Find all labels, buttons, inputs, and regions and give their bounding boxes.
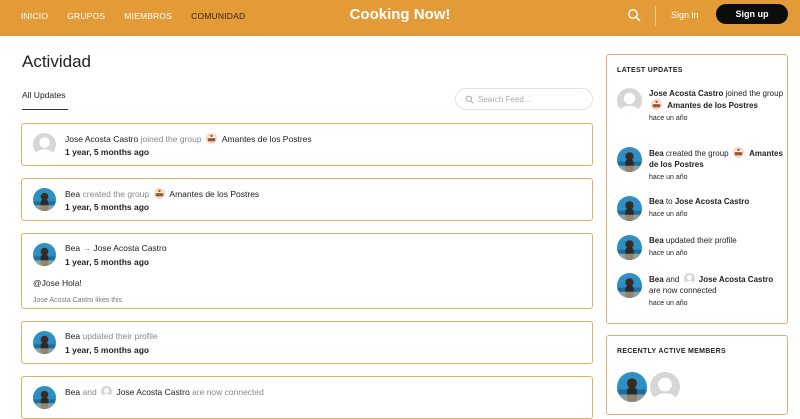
activity-verb: are now connected bbox=[192, 387, 264, 397]
activity-time[interactable]: 1 year, 5 months ago bbox=[65, 257, 149, 267]
target-link[interactable]: Jose Acosta Castro bbox=[699, 275, 773, 284]
widget-title: LATEST UPDATES bbox=[617, 67, 683, 74]
activity-conj: and bbox=[82, 387, 97, 397]
update-verb: created the group bbox=[665, 149, 729, 158]
search-icon bbox=[465, 95, 474, 104]
tab-underline bbox=[22, 109, 68, 110]
main-nav: INICIO GRUPOS MIEMBROS COMUNIDAD bbox=[21, 11, 264, 21]
activity-verb: created the group bbox=[82, 189, 150, 199]
avatar[interactable] bbox=[33, 243, 56, 266]
target-link[interactable]: Jose Acosta Castro bbox=[93, 243, 166, 253]
signup-button[interactable]: Sign up bbox=[716, 4, 788, 24]
top-navbar: INICIO GRUPOS MIEMBROS COMUNIDAD Cooking… bbox=[0, 0, 800, 36]
actor-link[interactable]: Bea bbox=[649, 275, 664, 284]
likes-text: Jose Acosta Castro likes this bbox=[33, 297, 123, 304]
update-verb: are now connected bbox=[649, 286, 717, 295]
nav-miembros[interactable]: MIEMBROS bbox=[124, 11, 172, 21]
update-verb: updated their profile bbox=[665, 236, 737, 245]
avatar[interactable] bbox=[33, 188, 56, 211]
update-time: hace un año bbox=[649, 300, 688, 307]
widget-title: RECENTLY ACTIVE MEMBERS bbox=[617, 348, 726, 355]
member-avatar[interactable] bbox=[617, 372, 647, 402]
actor-link[interactable]: Bea bbox=[65, 243, 80, 253]
update-time: hace un año bbox=[649, 250, 688, 257]
nav-grupos[interactable]: GRUPOS bbox=[67, 11, 105, 21]
actor-link[interactable]: Bea bbox=[649, 149, 664, 158]
group-cake-icon bbox=[205, 133, 217, 144]
update-conj: and bbox=[665, 275, 680, 284]
activity-time[interactable]: 1 year, 5 months ago bbox=[65, 147, 149, 157]
activity-card: Bea created the group Amantes de los Pos… bbox=[21, 178, 593, 221]
nav-comunidad[interactable]: COMUNIDAD bbox=[191, 11, 245, 21]
avatar bbox=[683, 273, 695, 284]
actor-link[interactable]: Bea bbox=[65, 387, 80, 397]
actor-link[interactable]: Bea bbox=[65, 331, 80, 341]
activity-time[interactable]: 1 year, 5 months ago bbox=[65, 345, 149, 355]
update-conj: to bbox=[665, 197, 673, 206]
actor-link[interactable]: Jose Acosta Castro bbox=[649, 89, 723, 98]
avatar[interactable] bbox=[617, 196, 642, 221]
nav-inicio[interactable]: INICIO bbox=[21, 11, 48, 21]
activity-time[interactable]: 1 year, 5 months ago bbox=[65, 202, 149, 212]
update-verb: joined the group bbox=[725, 89, 784, 98]
signin-link[interactable]: Sign in bbox=[671, 10, 699, 20]
actor-link[interactable]: Bea bbox=[649, 197, 664, 206]
update-time: hace un año bbox=[649, 115, 688, 122]
group-cake-icon bbox=[732, 147, 744, 158]
search-feed-box bbox=[455, 88, 593, 110]
target-link[interactable]: Jose Acosta Castro bbox=[675, 197, 749, 206]
group-link[interactable]: Amantes de los Postres bbox=[667, 101, 758, 110]
activity-verb: updated their profile bbox=[82, 331, 158, 341]
activity-card: Bea → Jose Acosta Castro 1 year, 5 month… bbox=[21, 233, 593, 309]
avatar[interactable] bbox=[33, 133, 56, 156]
arrow-right-icon: → bbox=[82, 243, 92, 253]
activity-card: Jose Acosta Castro joined the group Aman… bbox=[21, 123, 593, 166]
activity-card: Bea and Jose Acosta Castro are now conne… bbox=[21, 376, 593, 419]
target-link[interactable]: Jose Acosta Castro bbox=[116, 387, 189, 397]
group-cake-icon bbox=[153, 188, 165, 199]
actor-link[interactable]: Bea bbox=[65, 189, 80, 199]
avatar[interactable] bbox=[617, 88, 642, 113]
update-time: hace un año bbox=[649, 174, 688, 181]
activity-message: @Jose Hola! bbox=[33, 278, 82, 288]
activity-verb: joined the group bbox=[140, 134, 202, 144]
member-avatar[interactable] bbox=[650, 372, 680, 402]
actor-link[interactable]: Bea bbox=[649, 236, 664, 245]
latest-updates-widget: LATEST UPDATES Jose Acosta Castro joined… bbox=[606, 54, 788, 324]
site-logo[interactable]: Cooking Now! bbox=[350, 6, 451, 23]
recently-active-members-widget: RECENTLY ACTIVE MEMBERS bbox=[606, 335, 788, 415]
actor-link[interactable]: Jose Acosta Castro bbox=[65, 134, 138, 144]
group-link[interactable]: Amantes de los Postres bbox=[222, 134, 312, 144]
search-icon[interactable] bbox=[627, 8, 641, 22]
avatar[interactable] bbox=[617, 147, 642, 172]
activity-card: Bea updated their profile 1 year, 5 mont… bbox=[21, 321, 593, 364]
update-time: hace un año bbox=[649, 211, 688, 218]
navbar-divider bbox=[655, 6, 656, 26]
group-cake-icon bbox=[651, 99, 662, 110]
tab-all-updates[interactable]: All Updates bbox=[22, 90, 65, 100]
search-feed-input[interactable] bbox=[478, 92, 588, 107]
avatar bbox=[101, 386, 113, 397]
avatar[interactable] bbox=[617, 235, 642, 260]
page-title: Actividad bbox=[22, 52, 91, 71]
avatar[interactable] bbox=[33, 331, 56, 354]
avatar[interactable] bbox=[617, 273, 642, 298]
avatar[interactable] bbox=[33, 386, 56, 409]
group-link[interactable]: Amantes de los Postres bbox=[169, 189, 259, 199]
